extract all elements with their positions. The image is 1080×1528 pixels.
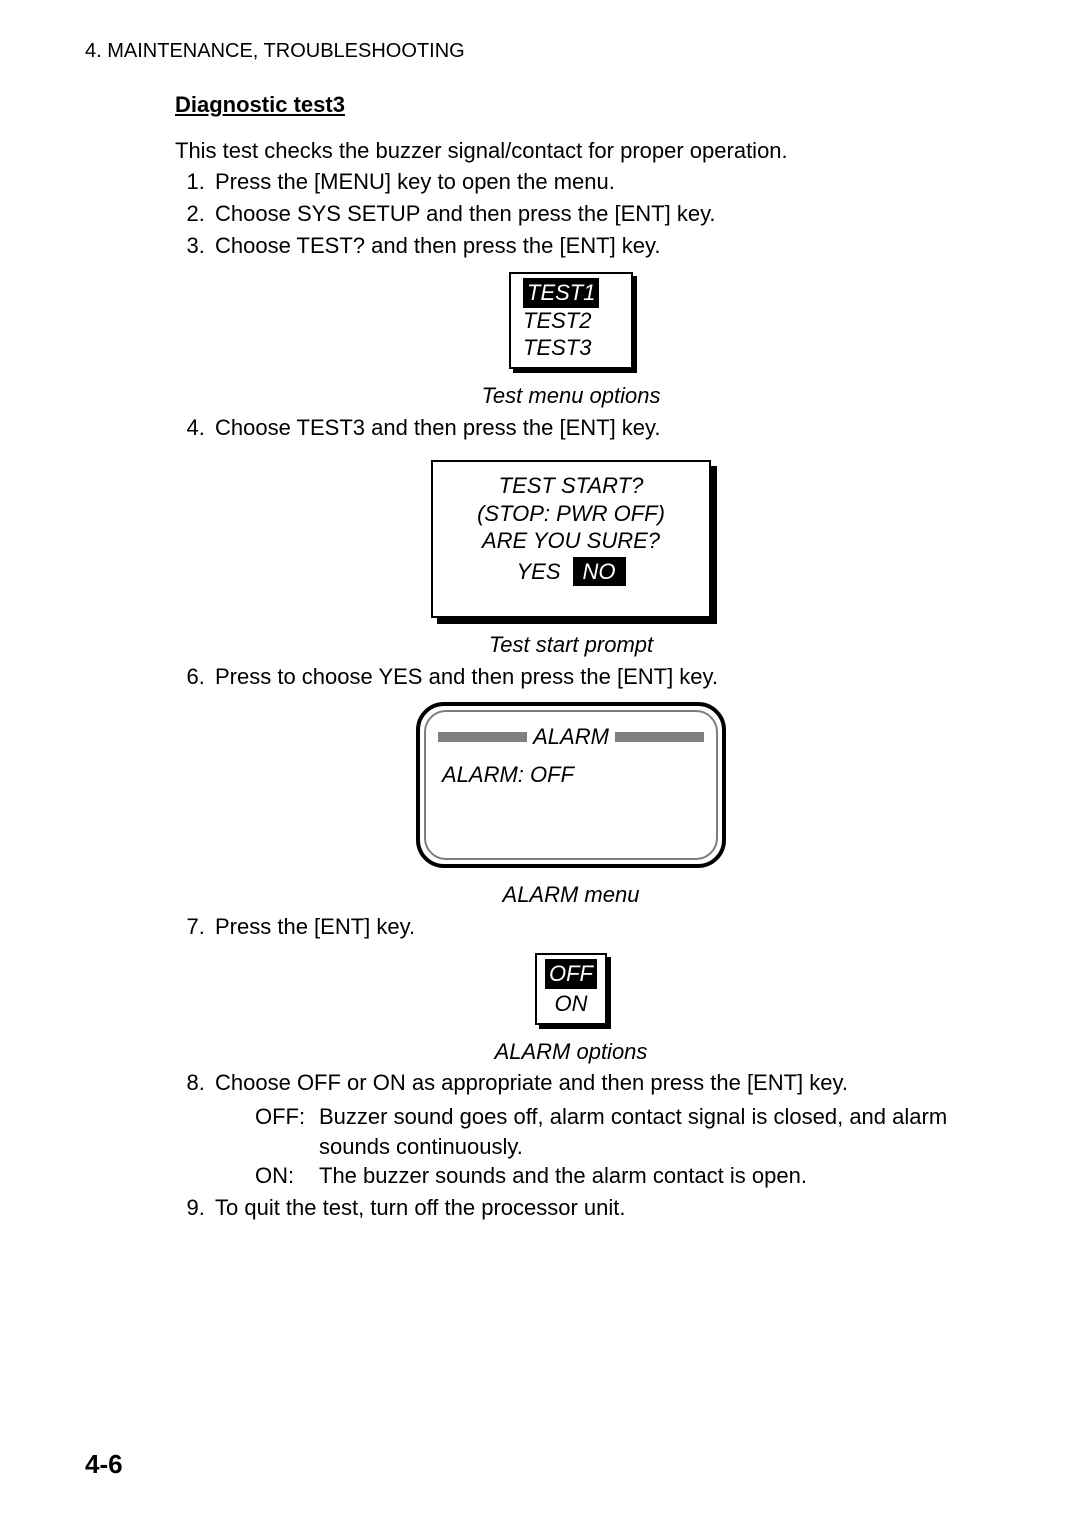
alarm-option-selected: OFF xyxy=(545,959,597,989)
step-6: Press to choose YES and then press the [… xyxy=(211,662,967,692)
step-1: Press the [MENU] key to open the menu. xyxy=(211,167,967,197)
steps-list-4: Choose TEST3 and then press the [ENT] ke… xyxy=(175,413,967,443)
step-3: Choose TEST? and then press the [ENT] ke… xyxy=(211,231,967,261)
steps-list-6: Press to choose YES and then press the [… xyxy=(175,662,967,692)
alarm-screen-outer: ALARM ALARM: OFF xyxy=(416,702,726,868)
step-7: Press the [ENT] key. xyxy=(211,912,967,942)
content-area: Diagnostic test3 This test checks the bu… xyxy=(175,90,967,1223)
alarm-options-box: OFF ON xyxy=(535,953,607,1024)
alarm-options-caption: ALARM options xyxy=(175,1037,967,1067)
prompt-no-selected: NO xyxy=(573,557,626,587)
alarm-screen-inner: ALARM ALARM: OFF xyxy=(424,710,718,860)
test-menu-figure: TEST1 TEST2 TEST3 xyxy=(509,272,633,368)
definition-on-row: ON: The buzzer sounds and the alarm cont… xyxy=(255,1161,967,1191)
test-menu-item: TEST3 xyxy=(523,335,619,361)
prompt-line-1: TEST START? xyxy=(441,472,701,500)
test-menu-caption: Test menu options xyxy=(175,381,967,411)
definition-on-label: ON: xyxy=(255,1161,307,1191)
prompt-yes: YES xyxy=(516,557,560,587)
definition-off-row: OFF: Buzzer sound goes off, alarm contac… xyxy=(255,1102,967,1161)
prompt-line-2: (STOP: PWR OFF) xyxy=(441,500,701,528)
step-9: To quit the test, turn off the processor… xyxy=(211,1193,967,1223)
test-menu-item-selected: TEST1 xyxy=(523,278,599,308)
prompt-line-3: ARE YOU SURE? xyxy=(441,527,701,555)
test-menu-box: TEST1 TEST2 TEST3 xyxy=(509,272,633,368)
alarm-figure: ALARM ALARM: OFF xyxy=(416,702,726,868)
prompt-caption: Test start prompt xyxy=(175,630,967,660)
titlebar-left-bar xyxy=(438,732,527,742)
definition-off-text: Buzzer sound goes off, alarm contact sig… xyxy=(319,1102,967,1161)
page: 4. MAINTENANCE, TROUBLESHOOTING Diagnost… xyxy=(0,0,1080,1528)
alarm-status-line: ALARM: OFF xyxy=(442,760,704,790)
section-title: Diagnostic test3 xyxy=(175,90,967,120)
steps-list-1-3: Press the [MENU] key to open the menu. C… xyxy=(175,167,967,260)
prompt-figure: TEST START? (STOP: PWR OFF) ARE YOU SURE… xyxy=(431,460,711,618)
prompt-box: TEST START? (STOP: PWR OFF) ARE YOU SURE… xyxy=(431,460,711,618)
step-2: Choose SYS SETUP and then press the [ENT… xyxy=(211,199,967,229)
definition-on-text: The buzzer sounds and the alarm contact … xyxy=(319,1161,807,1191)
page-number: 4-6 xyxy=(85,1449,123,1480)
alarm-titlebar: ALARM xyxy=(438,722,704,752)
step-8-definitions: OFF: Buzzer sound goes off, alarm contac… xyxy=(255,1102,967,1191)
prompt-yes-no-row: YES NO xyxy=(441,557,701,587)
alarm-options-figure: OFF ON xyxy=(535,953,607,1024)
test-menu-item: TEST2 xyxy=(523,308,619,334)
alarm-title: ALARM xyxy=(533,722,609,752)
steps-list-8-9: Choose OFF or ON as appropriate and then… xyxy=(175,1068,967,1222)
alarm-option: ON xyxy=(543,989,599,1019)
intro-text: This test checks the buzzer signal/conta… xyxy=(175,136,967,166)
steps-list-7: Press the [ENT] key. xyxy=(175,912,967,942)
step-8: Choose OFF or ON as appropriate and then… xyxy=(211,1068,967,1191)
alarm-screen-caption: ALARM menu xyxy=(175,880,967,910)
definition-off-label: OFF: xyxy=(255,1102,307,1132)
titlebar-right-bar xyxy=(615,732,704,742)
step-8-text: Choose OFF or ON as appropriate and then… xyxy=(215,1070,848,1095)
step-4: Choose TEST3 and then press the [ENT] ke… xyxy=(211,413,967,443)
page-header: 4. MAINTENANCE, TROUBLESHOOTING xyxy=(85,40,465,63)
